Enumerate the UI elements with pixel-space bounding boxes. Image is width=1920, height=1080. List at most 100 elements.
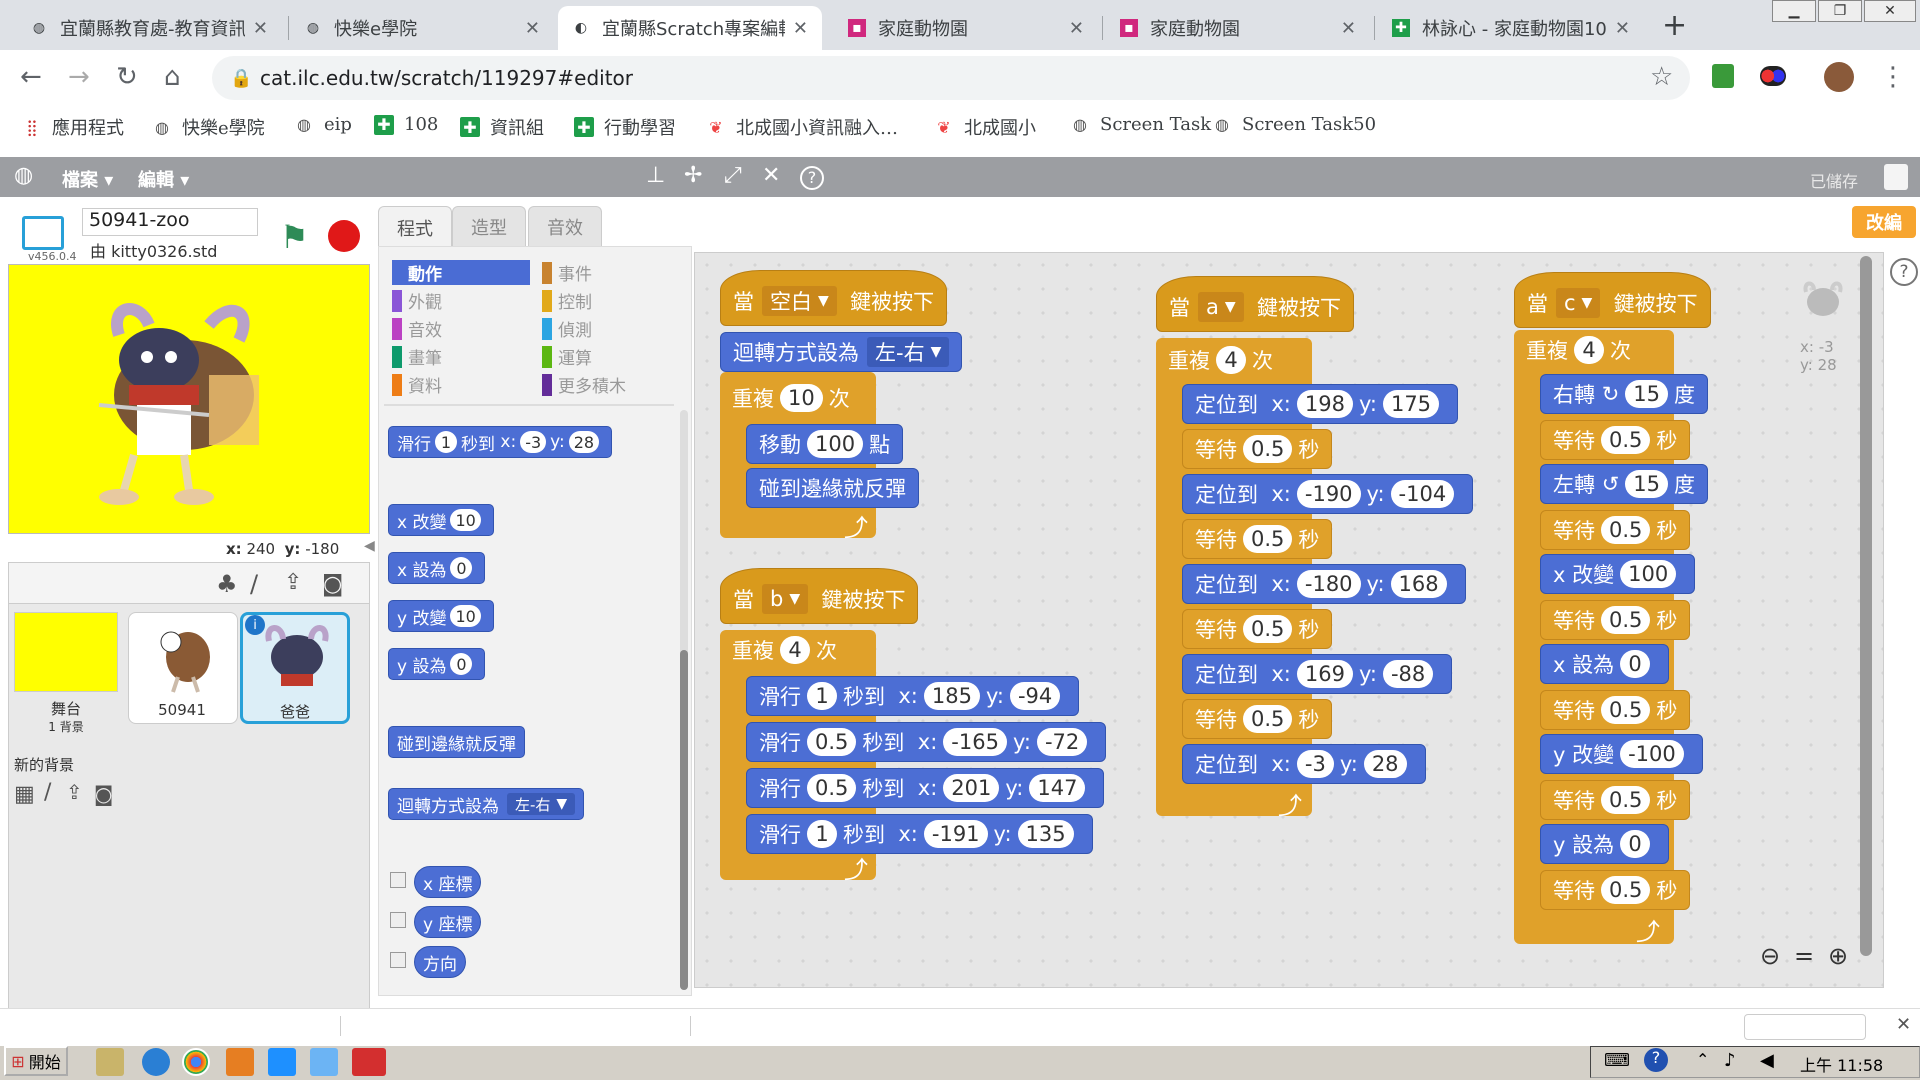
y-input[interactable]: 135 [1017,820,1074,848]
change-y-block[interactable]: y 改變 -100 [1540,734,1703,774]
category-control[interactable]: 控制 [542,288,592,313]
video-app-icon[interactable] [352,1048,386,1076]
set-rotation-style-block[interactable]: 迴轉方式設為 左-右 ▼ [720,332,963,372]
file-menu[interactable]: 檔案 ▾ [62,166,113,192]
app-icon[interactable] [268,1048,296,1076]
help-icon[interactable]: ? [1890,258,1918,286]
paint-backdrop-icon[interactable]: / [44,780,51,805]
x-input[interactable]: 198 [1296,390,1353,418]
category-data[interactable]: 資料 [392,372,442,397]
avatar[interactable] [1824,62,1854,92]
media-player-icon[interactable] [226,1048,254,1076]
remix-button[interactable]: 改編 [1852,206,1916,238]
x-input[interactable]: -3 [1296,750,1334,778]
bookmark[interactable]: ✚ 行動學習 [574,114,676,140]
key-dropdown[interactable]: c ▼ [1556,288,1601,318]
zoom-in-icon[interactable]: ⊕ [1828,942,1848,970]
palette-change-y-block[interactable]: y 改變 10 [388,600,494,632]
when-key-pressed-hat[interactable]: 當空白 ▼ 鍵被按下 [720,270,948,326]
zoom-reset-icon[interactable]: = [1794,942,1814,970]
language-globe-icon[interactable]: ◍ [14,163,33,188]
browser-tab-active[interactable]: ◐ 宜蘭縣Scratch專案編輯 ✕ [558,6,822,50]
reload-icon[interactable]: ↻ [116,62,138,92]
glide-secs-input[interactable]: 1 [807,820,837,848]
palette-rotation-style-block[interactable]: 迴轉方式設為 左-右 ▼ [388,788,585,820]
palette-glide-block[interactable]: 滑行 1 秒到 x: -3 y: 28 [388,426,613,458]
green-flag-icon[interactable]: ⚑ [280,218,309,256]
close-icon[interactable]: ✕ [793,18,808,39]
set-x-block[interactable]: x 設為 0 [1540,644,1670,684]
wait-block[interactable]: 等待 0.5 秒 [1540,510,1691,550]
x-input[interactable]: 201 [943,774,1000,802]
go-to-xy-block[interactable]: 定位到 x: -180 y: 168 [1182,564,1466,604]
extension-icon[interactable] [1712,64,1734,88]
help-icon[interactable]: ? [1644,1048,1668,1072]
volume-icon[interactable]: ◀ [1760,1050,1774,1071]
close-icon[interactable]: ✕ [1341,18,1356,39]
network-icon[interactable]: ♪ [1724,1050,1736,1071]
project-name-field[interactable]: 50941-zoo [82,208,258,236]
wait-block[interactable]: 等待 0.5 秒 [1540,420,1691,460]
forward-icon[interactable]: → [68,62,90,92]
x-input[interactable]: -191 [923,820,988,848]
y-input[interactable]: -72 [1036,728,1088,756]
go-to-xy-block[interactable]: 定位到 x: 198 y: 175 [1182,384,1459,424]
palette-direction-reporter[interactable]: 方向 [414,946,466,978]
x-input[interactable]: -165 [943,728,1007,756]
go-to-xy-block[interactable]: 定位到 x: -190 y: -104 [1182,474,1474,514]
back-icon[interactable]: ← [20,62,42,92]
browser-tab[interactable]: ◍ 宜蘭縣教育處-教育資訊 ✕ [16,6,282,50]
close-icon[interactable]: ✕ [1615,18,1630,39]
when-key-pressed-hat[interactable]: 當 c ▼ 鍵被按下 [1514,272,1711,328]
bookmark-star-icon[interactable]: ☆ [1650,62,1673,92]
category-looks[interactable]: 外觀 [392,288,442,313]
grow-icon[interactable]: ⤢ [724,163,742,188]
turn-right-block[interactable]: 右轉 ↻ 15 度 [1540,374,1709,414]
collapse-stage-arrow-icon[interactable]: ◀ [364,538,375,554]
bookmark[interactable]: ◍ eip [294,114,352,135]
close-icon[interactable]: ✕ [1896,1014,1911,1035]
repeat-block[interactable]: 重複 10 次 [720,378,862,418]
rotation-dropdown[interactable]: 左-右 ▼ [867,337,950,367]
choose-sprite-icon[interactable]: ♣ [216,570,238,598]
close-window-button[interactable]: ✕ [1864,0,1916,22]
category-sensing[interactable]: 偵測 [542,316,592,341]
x-input[interactable]: 169 [1296,660,1353,688]
tab-costumes[interactable]: 造型 [452,206,526,246]
glide-secs-input[interactable]: 1 [807,682,837,710]
camera-icon[interactable]: ◙ [94,782,113,806]
kebab-menu-icon[interactable]: ⋮ [1880,62,1906,92]
close-icon[interactable]: ✕ [253,18,268,39]
stage-thumbnail[interactable] [14,612,118,692]
bookmark[interactable]: ❦ 北成國小資訊融入… [706,114,898,140]
paint-sprite-icon[interactable]: / [250,570,258,598]
tab-sounds[interactable]: 音效 [528,206,602,246]
wait-secs-input[interactable]: 0.5 [1243,615,1293,643]
restore-button[interactable]: ❐ [1818,0,1862,22]
repeat-block[interactable]: 重複 4 次 [1156,340,1285,380]
key-dropdown[interactable]: a ▼ [1198,292,1244,322]
start-button[interactable]: ⊞ 開始 [4,1046,68,1076]
when-key-pressed-hat[interactable]: 當 a ▼ 鍵被按下 [1156,276,1355,332]
wait-block[interactable]: 等待 0.5 秒 [1182,429,1333,469]
bookmark[interactable]: ◍ Screen Task [1070,114,1211,135]
backdrop-library-icon[interactable]: ▦ [14,782,35,807]
save-icon[interactable] [1884,164,1908,190]
bookmark-apps[interactable]: ⣿ 應用程式 [22,114,124,140]
cut-icon[interactable]: ✢ [684,163,702,188]
ie-icon[interactable] [142,1048,170,1076]
lock-icon[interactable]: 🔒 [230,68,252,89]
reporter-checkbox[interactable] [390,912,406,928]
bookmark[interactable]: ◍ Screen Task50 [1212,114,1376,135]
glide-to-xy-block[interactable]: 滑行 0.5 秒到 x: 201 y: 147 [746,768,1105,808]
glide-secs-input[interactable]: 0.5 [807,728,857,756]
palette-scrollbar[interactable] [680,650,688,990]
category-motion[interactable]: 動作 [392,260,530,285]
shrink-icon[interactable]: ✕ [762,163,780,188]
y-input[interactable]: 28 [1363,750,1407,778]
wait-block[interactable]: 等待 0.5 秒 [1540,870,1691,910]
upload-sprite-icon[interactable]: ⇪ [284,570,302,595]
go-to-xy-block[interactable]: 定位到 x: -3 y: 28 [1182,744,1426,784]
new-tab-button[interactable]: + [1662,8,1687,43]
palette-set-y-block[interactable]: y 設為 0 [388,648,486,680]
